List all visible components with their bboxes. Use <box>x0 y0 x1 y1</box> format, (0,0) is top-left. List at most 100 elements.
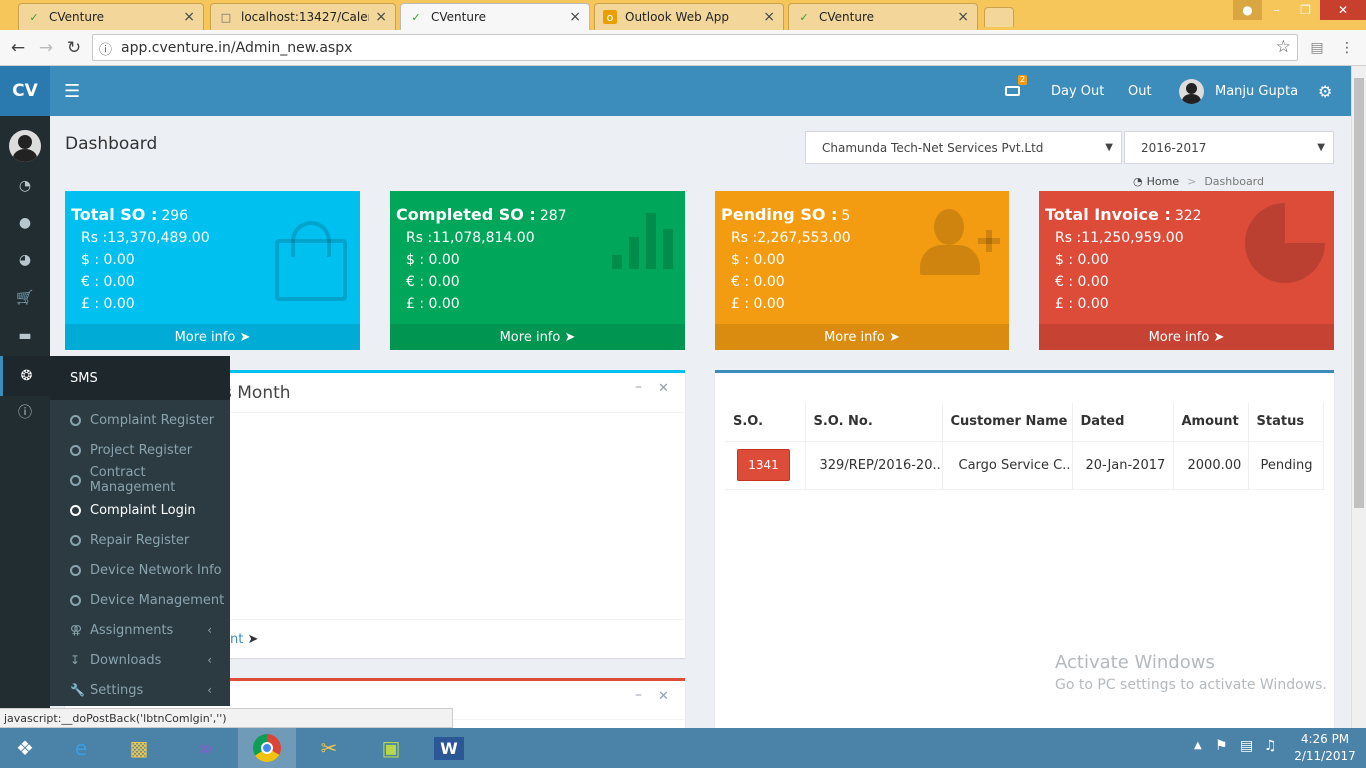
sidebar-avatar[interactable] <box>0 122 50 170</box>
year-select[interactable]: 2016-2017 ▼ <box>1124 131 1334 164</box>
scrollbar-thumb[interactable] <box>1354 78 1364 508</box>
watermark-title: Activate Windows <box>1055 652 1215 673</box>
credit-card-icon[interactable]: ▬ <box>0 318 50 354</box>
cventure-check-icon: ✓ <box>411 10 421 24</box>
taskbar: ❖ e ▩ ∞ ✂ ▣ W ▲ ⚑ ▤ ♫ 4:26 PM 2/11/2017 <box>0 728 1366 768</box>
table-header-row: S.O. S.O. No. Customer Name Dated Amount… <box>725 403 1324 442</box>
snipping-tool-icon[interactable]: ✂ <box>300 728 358 768</box>
url-text: app.cventure.in/Admin_new.aspx <box>121 39 353 56</box>
browser-tab[interactable]: o Outlook Web App × <box>594 3 784 30</box>
user-icon[interactable]: ● <box>0 205 50 241</box>
support-icon[interactable]: ❂ <box>0 356 50 396</box>
menu-item-contract-management[interactable]: Contract Management <box>50 465 230 495</box>
submenu-header[interactable]: SMS <box>50 356 230 400</box>
box-count: 296 <box>161 208 189 224</box>
browser-tab[interactable]: ✓ CVenture × <box>18 3 204 30</box>
chrome-icon[interactable] <box>238 728 296 768</box>
menu-icon[interactable]: ⋮ <box>1335 36 1359 60</box>
more-info-link[interactable]: More info ➤ <box>65 324 360 350</box>
forward-icon[interactable]: → <box>34 36 58 60</box>
box-gbp: £ : 0.00 <box>406 296 460 312</box>
menu-item-repair-register[interactable]: Repair Register <box>50 525 230 555</box>
breadcrumb-home[interactable]: Home <box>1147 175 1179 188</box>
day-out-link[interactable]: Day Out <box>1051 66 1104 116</box>
app-logo[interactable]: CV <box>0 66 50 116</box>
settings-gears-icon[interactable]: ⚙ <box>1318 66 1332 116</box>
more-info-link[interactable]: More info ➤ <box>390 324 685 350</box>
company-select[interactable]: Chamunda Tech-Net Services Pvt.Ltd ▼ <box>805 131 1122 164</box>
tab-title: localhost:13427/Calendar <box>241 10 369 24</box>
action-center-icon[interactable]: ⚑ <box>1215 738 1228 754</box>
volume-icon[interactable]: ♫ <box>1264 738 1277 754</box>
circle-icon <box>70 594 81 606</box>
url-input[interactable]: ⓘ app.cventure.in/Admin_new.aspx ☆ <box>92 34 1298 61</box>
restore-icon[interactable]: ❐ <box>1291 0 1320 20</box>
menu-item-downloads[interactable]: ↧ Downloads ‹ <box>50 645 230 675</box>
panel-footer-link[interactable]: nt ➤ <box>230 632 258 647</box>
column-header: Status <box>1248 403 1324 442</box>
extension-icon[interactable]: ▤ <box>1305 36 1329 60</box>
column-header: S.O. <box>725 403 806 442</box>
more-info-link[interactable]: More info ➤ <box>715 324 1009 350</box>
menu-item-device-management[interactable]: Device Management <box>50 585 230 615</box>
dashboard-icon[interactable]: ◔ <box>0 168 50 204</box>
out-link[interactable]: Out <box>1128 66 1152 116</box>
circle-icon <box>70 474 81 486</box>
system-clock[interactable]: 4:26 PM 2/11/2017 <box>1292 732 1358 763</box>
menu-item-complaint-register[interactable]: Complaint Register <box>50 405 230 435</box>
so-badge-button[interactable]: 1341 <box>737 449 790 481</box>
browser-tab[interactable]: □ localhost:13427/Calendar × <box>210 3 396 30</box>
collapse-icon[interactable]: – <box>635 687 642 703</box>
more-info-link[interactable]: More info ➤ <box>1039 324 1334 350</box>
show-hidden-icons-icon[interactable]: ▲ <box>1194 740 1202 751</box>
avatar <box>1179 78 1204 104</box>
minimize-icon[interactable]: – <box>1262 0 1291 20</box>
visual-studio-icon[interactable]: ∞ <box>176 728 234 768</box>
page-icon: □ <box>220 10 232 24</box>
user-menu[interactable]: Manju Gupta <box>1179 66 1298 116</box>
info-icon[interactable]: ⓘ <box>0 394 50 430</box>
network-icon[interactable]: ▤ <box>1240 738 1253 754</box>
new-tab-button[interactable] <box>984 7 1014 27</box>
windows-start-icon[interactable]: ❖ <box>0 728 50 768</box>
sticky-notes-icon[interactable]: ▣ <box>362 728 420 768</box>
close-icon[interactable]: ✕ <box>658 689 669 704</box>
browser-tab[interactable]: ✓ CVenture × <box>788 3 978 30</box>
close-tab-icon[interactable]: × <box>763 9 775 25</box>
pie-chart-icon[interactable]: ◕ <box>0 242 50 278</box>
close-icon[interactable]: ✕ <box>658 381 669 396</box>
cart-icon[interactable]: 🛒 <box>0 280 50 316</box>
back-icon[interactable]: ← <box>6 36 30 60</box>
bookmark-star-icon[interactable]: ☆ <box>1276 37 1291 57</box>
menu-item-settings[interactable]: 🔧 Settings ‹ <box>50 675 230 705</box>
close-tab-icon[interactable]: × <box>957 9 969 25</box>
notification-button[interactable]: 2 <box>1005 66 1028 116</box>
caret-down-icon: ▼ <box>1317 142 1325 153</box>
page-scrollbar[interactable] <box>1351 66 1366 728</box>
internet-explorer-icon[interactable]: e <box>52 728 110 768</box>
menu-item-assignments[interactable]: ⚢ Assignments ‹ <box>50 615 230 645</box>
box-eur: € : 0.00 <box>81 274 135 290</box>
close-tab-icon[interactable]: × <box>375 9 387 25</box>
file-explorer-icon[interactable]: ▩ <box>110 728 168 768</box>
collapse-icon[interactable]: – <box>635 379 642 395</box>
info-icon[interactable]: ⓘ <box>99 39 112 58</box>
close-tab-icon[interactable]: × <box>183 9 195 25</box>
box-usd: $ : 0.00 <box>81 252 135 268</box>
user-icon[interactable]: ● <box>1233 0 1262 20</box>
word-icon[interactable]: W <box>420 728 478 768</box>
menu-item-project-register[interactable]: Project Register <box>50 435 230 465</box>
cventure-check-icon: ✓ <box>29 10 39 24</box>
dated-cell: 20-Jan-2017 <box>1072 441 1174 490</box>
caret-down-icon: ▼ <box>1105 142 1113 153</box>
sidebar-toggle-icon[interactable]: ☰ <box>64 66 80 116</box>
close-window-icon[interactable]: ✕ <box>1320 0 1366 20</box>
menu-item-complaint-login[interactable]: Complaint Login <box>50 495 230 525</box>
completed-so-box: Completed SO :287 Rs :11,078,814.00 $ : … <box>390 191 685 350</box>
browser-tab-active[interactable]: ✓ CVenture × <box>400 3 590 30</box>
table-row: 1341 329/REP/2016-20.. Cargo Service C..… <box>725 441 1324 490</box>
close-tab-icon[interactable]: × <box>569 9 581 25</box>
menu-item-device-network-info[interactable]: Device Network Info <box>50 555 230 585</box>
address-toolbar: ← → ↻ ⓘ app.cventure.in/Admin_new.aspx ☆… <box>0 30 1366 66</box>
reload-icon[interactable]: ↻ <box>62 36 86 60</box>
